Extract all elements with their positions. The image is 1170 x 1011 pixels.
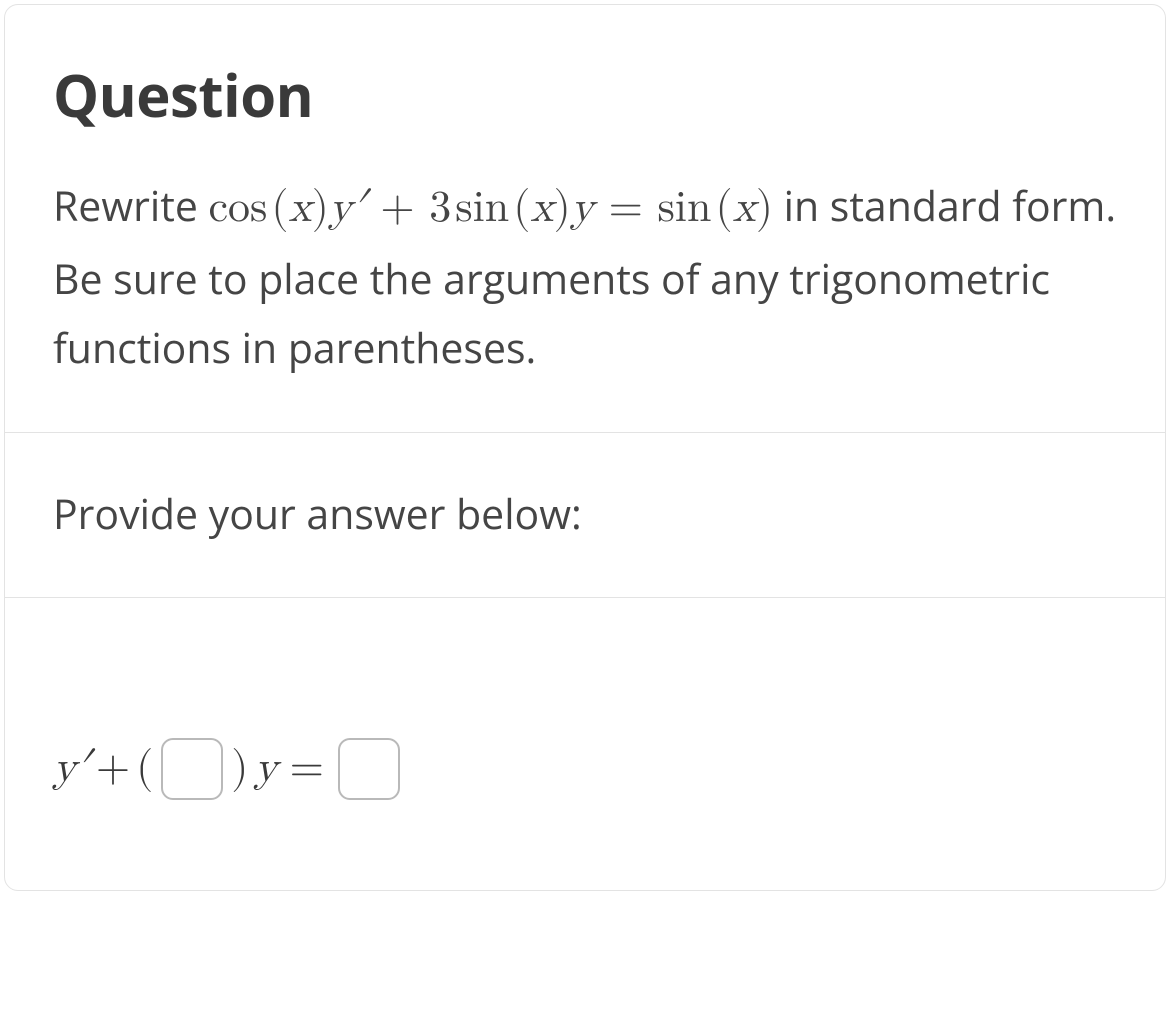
answer-section: y′ + ( )y = — [5, 598, 1165, 890]
fn-cos: cos — [209, 186, 268, 230]
answer-prompt: Provide your answer below: — [53, 483, 1117, 547]
fn-sin-2: sin — [657, 186, 711, 230]
var-yprime: y′ — [329, 186, 366, 230]
coef-3: 3 — [429, 186, 451, 230]
ans-close-paren: ) — [231, 742, 248, 795]
open-paren-2: ( — [513, 186, 530, 230]
ans-y: y — [254, 742, 277, 795]
var-x-2: x — [530, 186, 553, 230]
answer-equation: y′ + ( )y = — [53, 738, 1117, 800]
question-body: Rewrite cos(x)y′ + 3sin(x)y = sin(x) in … — [53, 172, 1117, 382]
ans-plus: + — [96, 742, 130, 795]
equation: cos(x)y′ + 3sin(x)y = sin(x) — [209, 186, 773, 230]
question-heading: Question — [53, 55, 1117, 134]
var-y: y — [571, 186, 594, 230]
var-x-1: x — [289, 186, 312, 230]
var-x-3: x — [733, 186, 756, 230]
ans-equals: = — [290, 742, 324, 795]
prompt-section: Provide your answer below: — [5, 433, 1165, 598]
question-section: Question Rewrite cos(x)y′ + 3sin(x)y = s… — [5, 5, 1165, 433]
ans-yprime: y′ — [53, 742, 90, 795]
answer-blank-1[interactable] — [161, 738, 223, 800]
answer-blank-2[interactable] — [338, 738, 400, 800]
close-paren-3: ) — [756, 186, 773, 230]
close-paren-2: ) — [554, 186, 571, 230]
ans-open-paren: ( — [136, 742, 153, 795]
open-paren-1: ( — [271, 186, 288, 230]
body-pre-text: Rewrite — [53, 178, 209, 234]
close-paren-1: ) — [312, 186, 329, 230]
equals: = — [594, 186, 657, 230]
plus: + — [366, 186, 429, 230]
fn-sin-1: sin — [455, 186, 509, 230]
question-card: Question Rewrite cos(x)y′ + 3sin(x)y = s… — [4, 4, 1166, 891]
open-paren-3: ( — [716, 186, 733, 230]
